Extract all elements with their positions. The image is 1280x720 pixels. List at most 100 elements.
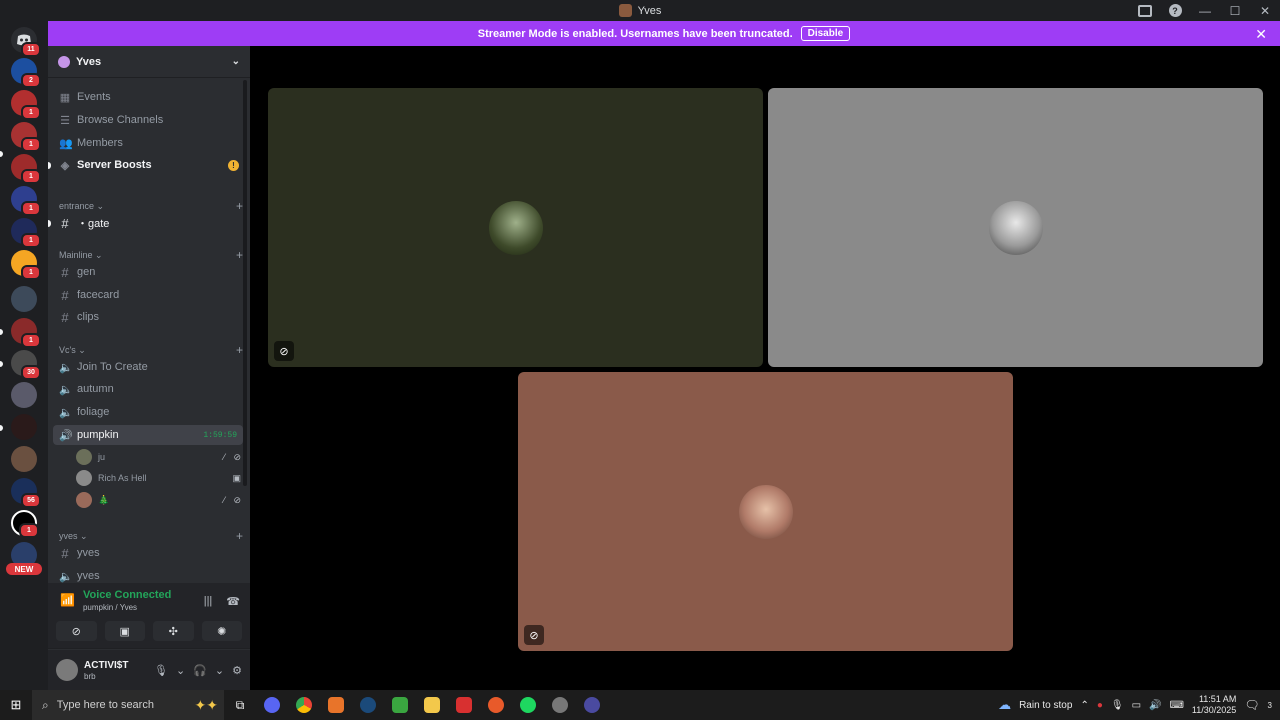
server-icon[interactable]: 2 xyxy=(11,58,41,88)
close-banner-button[interactable]: ✕ xyxy=(1255,26,1267,43)
gear-icon[interactable]: ⚙ xyxy=(232,664,242,677)
camera-off-icon: ⊘ xyxy=(71,625,81,638)
tray-app-icon[interactable]: ● xyxy=(1097,700,1103,711)
taskbar-app[interactable] xyxy=(480,690,512,720)
sidebar-scrollbar[interactable] xyxy=(243,80,247,486)
category-vcs[interactable]: Vc's ⌄ + xyxy=(59,343,243,357)
server-icon[interactable]: 1 xyxy=(11,510,39,538)
create-channel-icon[interactable]: + xyxy=(236,343,243,357)
disable-streamer-mode-button[interactable]: Disable xyxy=(800,26,851,41)
server-icon[interactable] xyxy=(11,382,37,408)
taskbar-search[interactable]: ⌕ Type here to search ✦✦ xyxy=(32,690,224,720)
notification-icon[interactable]: 🗨 xyxy=(1244,698,1259,712)
voice-channel-pumpkin[interactable]: 🔊 pumpkin 1:59:59 xyxy=(53,425,243,445)
server-icon[interactable]: 1 xyxy=(11,250,41,280)
server-icon[interactable] xyxy=(11,286,37,312)
events-item[interactable]: ▦ Events xyxy=(53,87,243,107)
volume-icon[interactable]: 🔊 xyxy=(1149,700,1161,711)
camera-toggle-button[interactable]: ⊘ xyxy=(56,621,97,641)
members-item[interactable]: 👥 Members xyxy=(53,133,243,153)
maximize-button[interactable]: ☐ xyxy=(1220,0,1250,21)
taskbar-file-explorer[interactable] xyxy=(416,690,448,720)
network-icon[interactable]: ▭ xyxy=(1132,700,1141,711)
participant-tile[interactable]: ⊘ xyxy=(518,372,1013,651)
voice-user[interactable]: 🎄 ⁄ ⊘ xyxy=(76,490,244,510)
taskbar-app[interactable] xyxy=(384,690,416,720)
server-icon[interactable]: 1 xyxy=(11,122,41,152)
task-view-button[interactable]: ⧉ xyxy=(224,690,256,720)
channel-clips[interactable]: # clips xyxy=(53,307,243,327)
inbox-button[interactable] xyxy=(1130,0,1160,21)
avatar[interactable] xyxy=(56,659,78,681)
server-header[interactable]: Yves ⌄ xyxy=(48,46,250,78)
voice-location[interactable]: pumpkin / Yves xyxy=(83,603,171,612)
screen-share-button[interactable]: ▣ xyxy=(104,621,145,641)
clock[interactable]: 11:51 AM 11/30/2025 xyxy=(1192,694,1236,716)
microphone-icon[interactable]: 🎙 xyxy=(1111,700,1124,711)
server-icon[interactable]: 1 xyxy=(11,318,41,348)
taskbar-app[interactable] xyxy=(576,690,608,720)
camera-off-icon: ⊘ xyxy=(274,341,294,361)
direct-messages-button[interactable]: 11 xyxy=(11,27,41,57)
taskbar-app[interactable] xyxy=(448,690,480,720)
microphone-icon[interactable]: 🎙 xyxy=(154,664,168,677)
channel-gate[interactable]: # ・gate xyxy=(53,213,243,233)
participant-tile[interactable] xyxy=(768,88,1263,367)
taskbar-chrome[interactable] xyxy=(288,690,320,720)
voice-channel-join-to-create[interactable]: 🔈 Join To Create xyxy=(53,357,243,377)
category-mainline[interactable]: Mainline ⌄ + xyxy=(59,248,243,262)
category-yves[interactable]: yves ⌄ + xyxy=(59,529,243,543)
server-icon[interactable]: 1 xyxy=(11,154,41,184)
disconnect-icon[interactable]: ☎ xyxy=(226,595,240,608)
create-channel-icon[interactable]: + xyxy=(236,248,243,262)
signal-icon[interactable]: 📶 xyxy=(60,593,75,607)
taskbar-spotify[interactable] xyxy=(512,690,544,720)
activities-button[interactable]: ✣ xyxy=(153,621,194,641)
participant-tile[interactable]: ⊘ xyxy=(268,88,763,367)
voice-status[interactable]: Voice Connected xyxy=(83,589,171,601)
taskbar-steam[interactable] xyxy=(352,690,384,720)
start-button[interactable]: ⊞ xyxy=(0,697,32,713)
boost-icon: ◈ xyxy=(60,159,70,172)
noise-suppression-icon[interactable]: ||| xyxy=(204,595,213,608)
soundboard-button[interactable]: ✺ xyxy=(201,621,242,641)
weather-icon[interactable]: ☁ xyxy=(998,697,1011,713)
speaker-icon: 🔈 xyxy=(59,406,73,419)
chevron-up-icon[interactable]: ⌃ xyxy=(1080,700,1088,711)
server-icon[interactable] xyxy=(11,414,37,440)
headphones-icon[interactable]: 🎧 xyxy=(193,664,207,677)
weather-text[interactable]: Rain to stop xyxy=(1019,700,1072,711)
server-icon[interactable] xyxy=(11,446,37,472)
title-bar: Yves ? — ☐ ✕ xyxy=(0,0,1280,21)
minimize-button[interactable]: — xyxy=(1190,0,1220,21)
unread-indicator xyxy=(48,162,51,169)
keyboard-icon[interactable]: ⌨ xyxy=(1169,700,1183,711)
browse-channels-item[interactable]: ☰ Browse Channels xyxy=(53,110,243,130)
channel-facecard[interactable]: # facecard xyxy=(53,285,243,305)
create-channel-icon[interactable]: + xyxy=(236,199,243,213)
server-icon[interactable]: 1 xyxy=(11,186,41,216)
taskbar-discord[interactable] xyxy=(256,690,288,720)
help-button[interactable]: ? xyxy=(1160,0,1190,21)
voice-user[interactable]: ju ⁄ ⊘ xyxy=(76,447,244,467)
create-channel-icon[interactable]: + xyxy=(236,529,243,543)
taskbar-app[interactable] xyxy=(544,690,576,720)
server-boosts-item[interactable]: ◈ Server Boosts! xyxy=(53,155,243,175)
taskbar-app[interactable] xyxy=(320,690,352,720)
server-icon[interactable]: 1 xyxy=(11,218,41,248)
category-entrance[interactable]: entrance ⌄ + xyxy=(59,199,243,213)
speaker-icon: 🔊 xyxy=(59,429,73,442)
username[interactable]: ACTIVI$T xyxy=(84,660,128,671)
channel-yves[interactable]: # yves xyxy=(53,543,243,563)
voice-user[interactable]: Rich As Hell ▣ xyxy=(76,468,244,488)
server-guild-icon xyxy=(58,55,70,68)
close-window-button[interactable]: ✕ xyxy=(1250,0,1280,21)
server-icon[interactable]: 1 xyxy=(11,90,41,120)
server-icon[interactable]: 56 xyxy=(11,478,41,508)
voice-channel-foliage[interactable]: 🔈 foliage xyxy=(53,402,243,422)
chevron-down-icon[interactable]: ⌄ xyxy=(176,664,185,677)
voice-channel-autumn[interactable]: 🔈 autumn xyxy=(53,379,243,399)
chevron-down-icon[interactable]: ⌄ xyxy=(215,664,224,677)
server-icon[interactable]: 30 xyxy=(11,350,41,380)
channel-gen[interactable]: # gen xyxy=(53,262,243,282)
